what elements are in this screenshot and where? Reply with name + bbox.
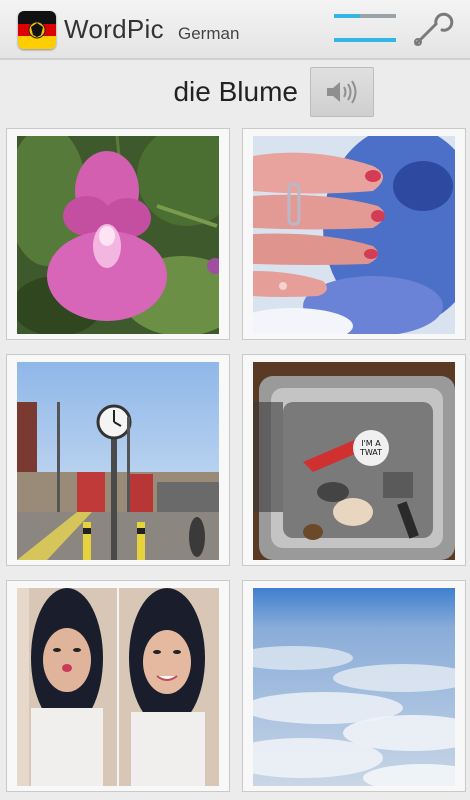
- clock-photo: [17, 362, 219, 560]
- lines-menu-button[interactable]: [330, 8, 400, 52]
- german-flag-icon[interactable]: [18, 11, 56, 49]
- language-label[interactable]: German: [178, 24, 239, 44]
- photo-tile-sink[interactable]: I'M A TWAT: [242, 354, 466, 566]
- sink-photo: I'M A TWAT: [253, 362, 455, 560]
- photo-tile-clouds[interactable]: [242, 580, 466, 792]
- wrench-icon: [414, 12, 454, 46]
- action-bar: WordPic German: [0, 0, 470, 60]
- word-row: die Blume: [0, 62, 470, 124]
- hand-photo: [253, 136, 455, 334]
- settings-button[interactable]: [410, 10, 454, 50]
- sticker-label-line2: TWAT: [359, 448, 382, 457]
- flower-photo: [17, 136, 219, 334]
- photo-tile-clock[interactable]: [6, 354, 230, 566]
- lines-menu-icon: [334, 14, 396, 42]
- app-title: WordPic: [64, 14, 164, 44]
- sticker-label-line1: I'M A: [361, 439, 381, 448]
- selfie-photo: [17, 588, 219, 786]
- photo-tile-hand[interactable]: [242, 128, 466, 340]
- quiz-word: die Blume: [173, 76, 298, 107]
- photo-tile-flower[interactable]: [6, 128, 230, 340]
- play-audio-button[interactable]: [310, 67, 374, 117]
- clouds-photo: [253, 588, 455, 786]
- photo-tile-selfie[interactable]: [6, 580, 230, 792]
- speaker-icon: [327, 80, 357, 104]
